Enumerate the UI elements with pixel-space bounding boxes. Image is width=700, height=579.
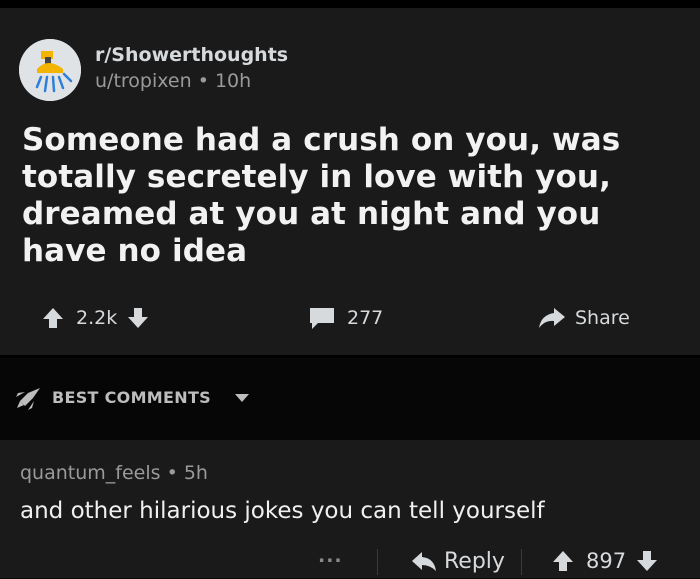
- comment-downvote-button[interactable]: [634, 548, 660, 574]
- comment-score: 897: [586, 549, 627, 573]
- reply-arrow-icon: [412, 552, 436, 571]
- arrow-down-icon: [637, 551, 658, 571]
- reply-button[interactable]: Reply: [410, 543, 505, 579]
- comments-button[interactable]: 277: [307, 300, 383, 336]
- reply-label: Reply: [444, 548, 505, 574]
- comment-author[interactable]: quantum_feels: [20, 462, 161, 484]
- post-meta: u/tropixen • 10h: [95, 70, 251, 92]
- arrow-up-icon: [43, 308, 63, 328]
- post-actions: 2.2k 277 Share: [0, 300, 700, 336]
- comment-age: 5h: [183, 462, 208, 484]
- shower-head-icon[interactable]: [19, 39, 81, 101]
- meta-separator: •: [197, 70, 215, 92]
- sort-label: BEST COMMENTS: [52, 388, 211, 407]
- divider: [377, 549, 378, 575]
- divider: [521, 549, 522, 575]
- comment-count: 277: [347, 307, 384, 329]
- comment-actions: ... Reply 897: [0, 543, 700, 579]
- vote-group: 2.2k: [40, 300, 151, 336]
- meta-separator: •: [166, 462, 184, 484]
- share-label: Share: [575, 307, 630, 329]
- subreddit-name[interactable]: r/Showerthoughts: [95, 44, 288, 66]
- speech-bubble-icon: [310, 308, 334, 329]
- rocket-icon: [16, 388, 40, 410]
- comment-meta: quantum_feels • 5h: [20, 462, 208, 484]
- upvote-count: 2.2k: [76, 307, 118, 329]
- comment-sort-bar[interactable]: BEST COMMENTS: [0, 358, 700, 440]
- comment-upvote-button[interactable]: [550, 548, 576, 574]
- share-arrow-icon: [539, 308, 565, 328]
- more-options-button[interactable]: ...: [318, 545, 343, 567]
- downvote-button[interactable]: [125, 305, 151, 331]
- arrow-up-icon: [553, 551, 573, 571]
- caret-down-icon: [235, 394, 249, 402]
- top-edge: [0, 0, 700, 8]
- share-button[interactable]: Share: [537, 300, 630, 336]
- post-title[interactable]: Someone had a crush on you, was totally …: [22, 122, 682, 270]
- comment-text: and other hilarious jokes you can tell y…: [20, 498, 545, 524]
- arrow-down-icon: [128, 308, 149, 328]
- post-age: 10h: [214, 70, 252, 92]
- post-author[interactable]: u/tropixen: [95, 70, 192, 92]
- upvote-button[interactable]: [40, 305, 66, 331]
- comment-vote-group: 897: [550, 543, 660, 579]
